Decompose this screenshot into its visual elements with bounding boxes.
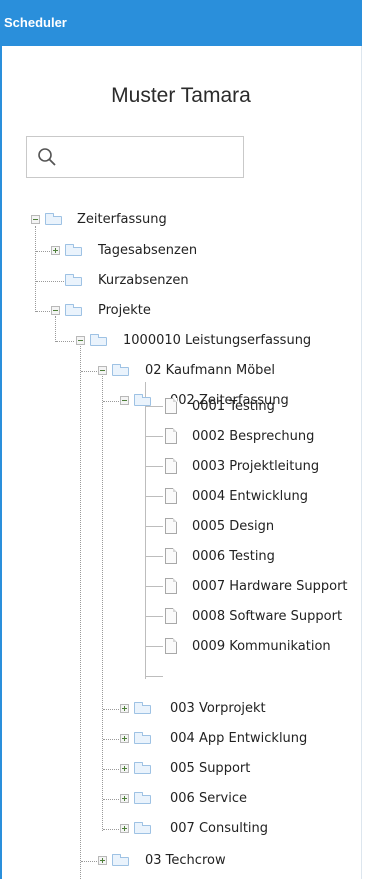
tree-node-kaufmann-moebel[interactable]: 02 Kaufmann Möbel — [0, 361, 362, 381]
tree-node-subproject[interactable]: 007 Consulting — [0, 819, 362, 839]
document-icon — [165, 518, 177, 534]
tree-leaf-task[interactable]: 0008 Software Support — [0, 607, 362, 627]
expand-icon[interactable] — [120, 704, 129, 713]
tree-node-label: 0008 Software Support — [192, 609, 343, 624]
folder-icon — [134, 732, 151, 744]
tree-node-label: 003 Vorprojekt — [170, 701, 266, 716]
project-tree: Zeiterfassung Tagesabsenzen Kurzabsenzen… — [0, 0, 362, 879]
expand-icon[interactable] — [120, 764, 129, 773]
folder-open-icon — [45, 213, 62, 225]
tree-node-label: Kurzabsenzen — [98, 273, 189, 288]
expand-icon[interactable] — [120, 824, 129, 833]
tree-node-label: 0004 Entwicklung — [192, 489, 309, 504]
document-icon — [165, 578, 177, 594]
folder-icon — [134, 762, 151, 774]
folder-icon — [134, 792, 151, 804]
tree-node-label: Tagesabsenzen — [98, 243, 198, 258]
tree-node-label: Zeiterfassung — [77, 212, 167, 227]
tree-leaf-task[interactable]: 0009 Kommunikation — [0, 637, 362, 657]
tree-node-subproject[interactable]: 006 Service — [0, 789, 362, 809]
tree-node-label: 0007 Hardware Support — [192, 579, 348, 594]
tree-node-label: 0003 Projektleitung — [192, 459, 320, 474]
expand-icon[interactable] — [98, 856, 107, 865]
tree-connector — [35, 226, 36, 312]
tree-node-label: 006 Service — [170, 791, 247, 806]
folder-icon — [65, 274, 82, 286]
folder-open-icon — [65, 304, 82, 316]
folder-open-icon — [90, 334, 107, 346]
collapse-icon[interactable] — [98, 366, 107, 375]
tree-node-label: 007 Consulting — [170, 821, 269, 836]
document-icon — [165, 458, 177, 474]
tree-leaf-task[interactable]: 0001 Testing — [0, 397, 362, 417]
tree-node-kurzabsenzen[interactable]: Kurzabsenzen — [0, 271, 362, 291]
folder-open-icon — [112, 364, 129, 376]
document-icon — [165, 398, 177, 414]
tree-node-label: 0002 Besprechung — [192, 429, 315, 444]
tree-connector — [145, 676, 163, 677]
tree-node-label: 004 App Entwicklung — [170, 731, 308, 746]
document-icon — [165, 488, 177, 504]
document-icon — [165, 548, 177, 564]
document-icon — [165, 428, 177, 444]
tree-node-label: 03 Techcrow — [145, 853, 226, 868]
tree-leaf-task[interactable]: 0003 Projektleitung — [0, 457, 362, 477]
collapse-icon[interactable] — [76, 336, 85, 345]
tree-leaf-task[interactable]: 0007 Hardware Support — [0, 577, 362, 597]
tree-node-label: 0001 Testing — [192, 399, 275, 414]
tree-node-zeiterfassung[interactable]: Zeiterfassung — [0, 210, 362, 230]
tree-leaf-task[interactable]: 0004 Entwicklung — [0, 487, 362, 507]
document-icon — [165, 638, 177, 654]
folder-icon — [65, 244, 82, 256]
tree-node-label: 005 Support — [170, 761, 251, 776]
tree-node-label: 0006 Testing — [192, 549, 275, 564]
collapse-icon[interactable] — [51, 306, 60, 315]
expand-icon[interactable] — [120, 794, 129, 803]
folder-icon — [134, 822, 151, 834]
tree-node-tagesabsenzen[interactable]: Tagesabsenzen — [0, 241, 362, 261]
collapse-icon[interactable] — [31, 215, 40, 224]
tree-node-label: 0005 Design — [192, 519, 275, 534]
expand-icon[interactable] — [120, 734, 129, 743]
tree-node-label: Projekte — [98, 303, 151, 318]
tree-leaf-task[interactable]: 0006 Testing — [0, 547, 362, 567]
folder-icon — [112, 854, 129, 866]
tree-node-subproject[interactable]: 005 Support — [0, 759, 362, 779]
tree-node-label: 1000010 Leistungserfassung — [123, 333, 312, 348]
tree-node-label: 02 Kaufmann Möbel — [145, 363, 276, 378]
tree-node-projekte[interactable]: Projekte — [0, 301, 362, 321]
tree-node-leistungserfassung[interactable]: 1000010 Leistungserfassung — [0, 331, 362, 351]
folder-icon — [134, 702, 151, 714]
tree-node-label: 0009 Kommunikation — [192, 639, 331, 654]
tree-leaf-task[interactable]: 0005 Design — [0, 517, 362, 537]
tree-node-techcrow[interactable]: 03 Techcrow — [0, 851, 362, 871]
tree-leaf-task[interactable]: 0002 Besprechung — [0, 427, 362, 447]
expand-icon[interactable] — [51, 246, 60, 255]
tree-node-subproject[interactable]: 003 Vorprojekt — [0, 699, 362, 719]
tree-node-subproject[interactable]: 004 App Entwicklung — [0, 729, 362, 749]
document-icon — [165, 608, 177, 624]
